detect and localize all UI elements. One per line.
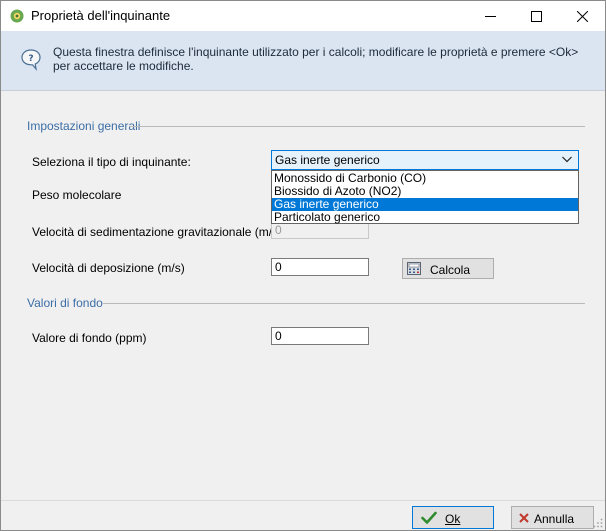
background-value-field[interactable]: 0 — [271, 327, 369, 345]
dropdown-option-particulate[interactable]: Particolato generico — [272, 211, 578, 224]
calculate-button[interactable]: Calcola — [402, 258, 494, 279]
maximize-button[interactable] — [513, 1, 559, 31]
title-bar[interactable]: Proprietà dell'inquinante — [1, 1, 605, 31]
general-settings-divider — [129, 126, 585, 127]
sedimentation-velocity-label: Velocità di sedimentazione gravitazional… — [32, 225, 283, 239]
close-icon — [577, 11, 588, 22]
background-value-label: Valore di fondo (ppm) — [32, 331, 147, 345]
minimize-icon — [485, 16, 496, 17]
footer-divider — [1, 500, 605, 501]
window-title: Proprietà dell'inquinante — [31, 8, 171, 23]
deposition-velocity-label: Velocità di deposizione (m/s) — [32, 261, 185, 275]
background-values-title: Valori di fondo — [27, 296, 103, 310]
cancel-button[interactable]: Annulla — [511, 506, 594, 529]
cross-icon — [519, 513, 529, 523]
chevron-down-icon — [562, 156, 572, 163]
deposition-velocity-field[interactable]: 0 — [271, 258, 369, 276]
info-help-icon: ? — [21, 49, 41, 74]
calculate-button-label: Calcola — [430, 263, 471, 277]
ok-button-label: Ok — [445, 512, 461, 526]
info-divider — [1, 90, 605, 91]
general-settings-title: Impostazioni generali — [27, 119, 141, 133]
pollutant-type-label: Seleziona il tipo di inquinante: — [32, 155, 191, 169]
pollutant-type-value: Gas inerte generico — [275, 153, 380, 167]
background-values-divider — [103, 303, 585, 304]
checkmark-icon — [421, 511, 437, 524]
info-description: Questa finestra definisce l'inquinante u… — [53, 45, 579, 73]
pollutant-type-select[interactable]: Gas inerte generico — [271, 150, 579, 170]
info-banner: ? Questa finestra definisce l'inquinante… — [1, 31, 605, 90]
minimize-button[interactable] — [467, 1, 513, 31]
dialog-window: Proprietà dell'inquinante ? Questa fines… — [0, 0, 606, 531]
app-icon — [10, 9, 24, 23]
svg-text:?: ? — [28, 54, 33, 64]
maximize-icon — [531, 11, 542, 22]
pollutant-type-dropdown: Monossido di Carbonio (CO) Biossido di A… — [271, 170, 579, 224]
calculator-icon — [407, 262, 421, 275]
ok-button[interactable]: Ok — [412, 506, 494, 529]
cancel-button-label: Annulla — [534, 512, 575, 526]
resize-grip-icon[interactable] — [593, 518, 603, 528]
molecular-weight-label: Peso molecolare — [32, 188, 122, 202]
close-button[interactable] — [559, 1, 605, 31]
